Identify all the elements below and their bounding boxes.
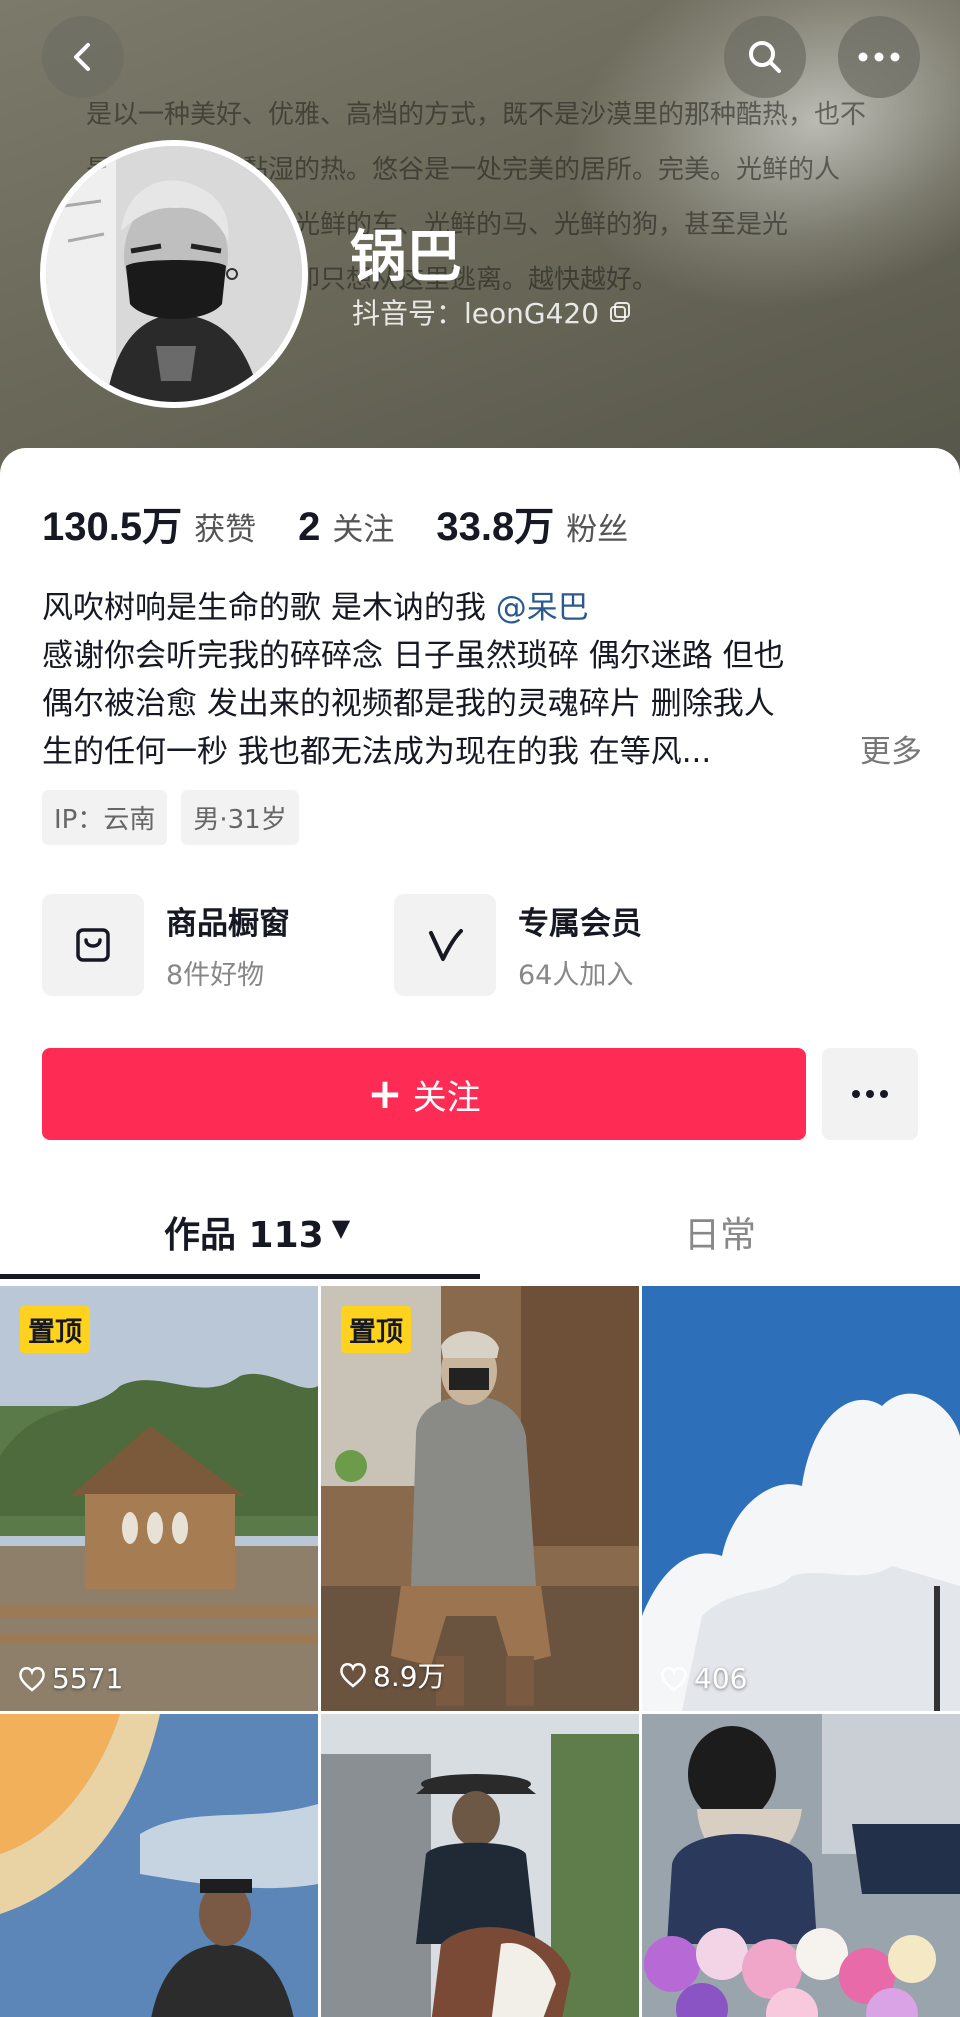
bio-line: 偶尔被治愈 发出来的视频都是我的灵魂碎片 删除我人 [42, 686, 775, 722]
profile-stats: 130.5万 获赞 2 关注 33.8万 粉丝 [42, 494, 670, 552]
content-tabs: 作品 113 ▼ 日常 [0, 1206, 960, 1284]
video-cover [642, 1286, 960, 1711]
caret-down-icon: ▼ [331, 1214, 351, 1242]
tab-daily[interactable]: 日常 [684, 1206, 756, 1284]
back-button[interactable] [42, 16, 124, 98]
membership-entry[interactable]: 专属会员 64人加入 [394, 894, 746, 996]
likes-count-text: 406 [694, 1662, 748, 1695]
feature-subtitle: 64人加入 [518, 960, 634, 991]
more-options-button[interactable] [838, 16, 920, 98]
likes-count-text: 8.9万 [373, 1660, 446, 1693]
likes-count: 8.9万 [339, 1655, 446, 1695]
heart-icon [19, 1666, 45, 1692]
account-id[interactable]: 抖音号：leonG420 [352, 292, 631, 332]
follow-label: 关注 [412, 1077, 481, 1118]
profile-tags: IP：云南 男·31岁 [42, 790, 299, 845]
heart-icon [661, 1666, 687, 1692]
pinned-badge: 置顶 [20, 1306, 90, 1353]
feature-entries: 商品橱窗 8件好物 专属会员 64人加入 [42, 894, 746, 996]
stat-label: 粉丝 [566, 512, 629, 548]
tab-daily-label: 日常 [684, 1215, 757, 1256]
ellipsis-icon [852, 1090, 888, 1098]
account-id-text: 抖音号：leonG420 [352, 297, 600, 330]
gender-age-tag: 男·31岁 [181, 790, 299, 845]
bio-line: 感谢你会听完我的碎碎念 日子虽然琐碎 偶尔迷路 但也 [42, 638, 785, 674]
video-cover [0, 1714, 318, 2017]
stat-label: 获赞 [194, 512, 257, 548]
video-thumbnail[interactable] [642, 1714, 960, 2017]
video-thumbnail[interactable] [0, 1714, 318, 2017]
likes-count: 5571 [18, 1662, 123, 1695]
tab-works[interactable]: 作品 113 ▼ [164, 1206, 350, 1284]
pinned-badge: 置顶 [341, 1306, 411, 1353]
stat-label: 关注 [332, 512, 395, 548]
stat-number: 33.8万 [436, 505, 555, 549]
search-button[interactable] [724, 16, 806, 98]
stat-following[interactable]: 2 关注 [298, 504, 394, 550]
bio-line: 生的任何一秒 我也都无法成为现在的我 在等风... [42, 734, 712, 770]
shop-window-entry[interactable]: 商品橱窗 8件好物 [42, 894, 394, 996]
follow-button[interactable]: + 关注 [42, 1048, 806, 1140]
bag-icon [42, 894, 144, 996]
profile-nickname: 锅巴 [350, 225, 462, 288]
profile-card: 130.5万 获赞 2 关注 33.8万 粉丝 风吹树响是生命的歌 是木讷的我 … [0, 448, 960, 2017]
stat-number: 130.5万 [42, 505, 183, 549]
avatar[interactable] [40, 140, 308, 408]
likes-count-text: 5571 [52, 1662, 124, 1695]
video-thumbnail[interactable]: 置顶 5571 [0, 1286, 318, 1711]
chevron-left-icon [74, 43, 90, 71]
cover-line: 是以一种美好、优雅、高档的方式，既不是沙漠里的那种酷热，也不 [86, 100, 867, 130]
tab-works-label: 作品 113 [164, 1215, 324, 1256]
feature-title: 商品橱窗 [166, 906, 290, 942]
bio-more-button[interactable]: 更多 [860, 728, 922, 776]
stat-number: 2 [298, 505, 321, 549]
likes-count: 406 [660, 1662, 747, 1695]
video-cover [321, 1714, 639, 2017]
follow-more-button[interactable] [822, 1048, 918, 1140]
search-icon [749, 41, 781, 73]
profile-bio: 风吹树响是生命的歌 是木讷的我 @呆巴 感谢你会听完我的碎碎念 日子虽然琐碎 偶… [42, 584, 922, 776]
video-thumbnail[interactable] [321, 1714, 639, 2017]
video-cover [642, 1714, 960, 2017]
video-grid: 置顶 5571 置顶 8.9万 406 [0, 1286, 960, 2017]
video-thumbnail[interactable]: 置顶 8.9万 [321, 1286, 639, 1711]
ellipsis-icon [858, 52, 900, 62]
avatar-image [46, 146, 302, 402]
feature-subtitle: 8件好物 [166, 960, 265, 991]
stat-likes[interactable]: 130.5万 获赞 [42, 494, 256, 552]
v-icon [394, 894, 496, 996]
active-tab-indicator [0, 1274, 480, 1279]
plus-icon: + [367, 1069, 403, 1118]
video-thumbnail[interactable]: 406 [642, 1286, 960, 1711]
bio-mention-link[interactable]: @呆巴 [496, 590, 589, 626]
copy-icon[interactable] [609, 301, 631, 323]
feature-title: 专属会员 [518, 906, 642, 942]
ip-location-tag: IP：云南 [42, 790, 168, 845]
heart-icon [340, 1663, 366, 1688]
bio-line: 风吹树响是生命的歌 是木讷的我 [42, 590, 496, 626]
stat-followers[interactable]: 33.8万 粉丝 [436, 494, 628, 552]
